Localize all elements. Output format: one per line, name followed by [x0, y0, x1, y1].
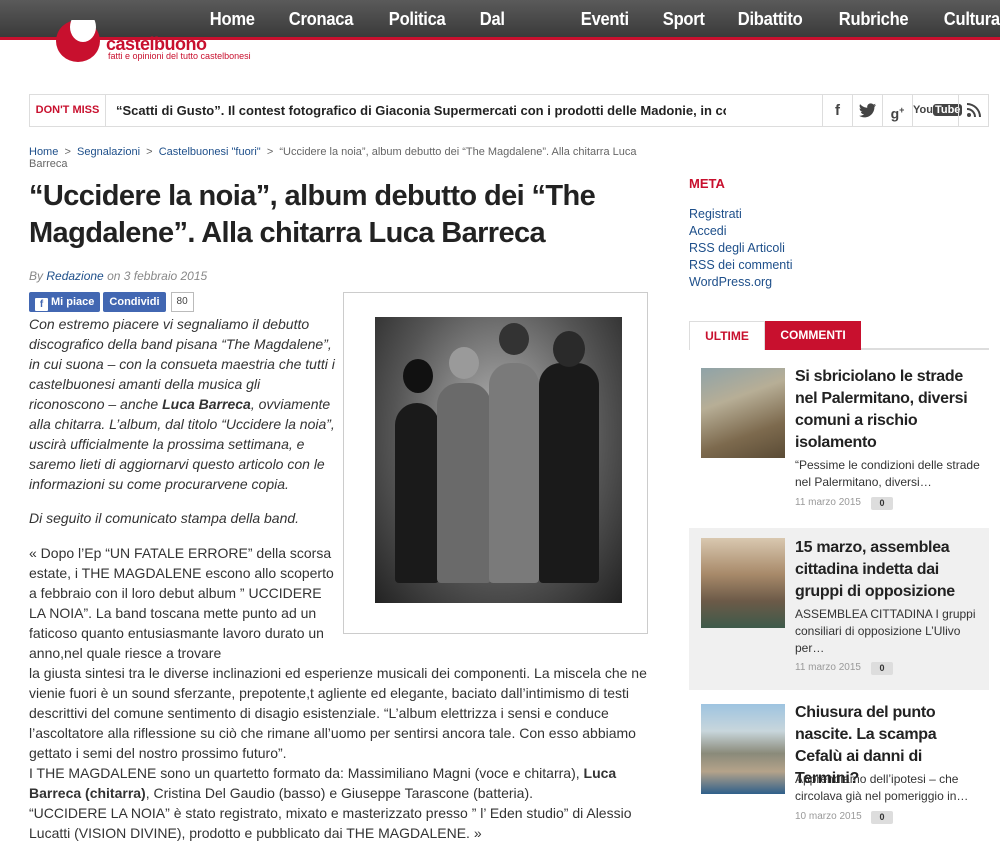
meta-link-accedi[interactable]: Accedi	[689, 223, 793, 240]
google-plus-icon[interactable]: g+	[882, 95, 912, 126]
band-photo	[375, 317, 622, 603]
comment-count-badge[interactable]: 0	[871, 497, 893, 510]
rss-icon[interactable]	[958, 95, 988, 126]
dont-miss-label: DON'T MISS	[30, 95, 106, 126]
nav-dal-comune[interactable]: Dal Comune	[466, 0, 558, 67]
logo-mark-icon	[56, 20, 100, 62]
share-count: 80	[170, 292, 194, 312]
comment-count-badge[interactable]: 0	[871, 662, 893, 675]
post-title[interactable]: 15 marzo, assemblea cittadina indetta da…	[795, 537, 981, 603]
band-member-head	[403, 359, 433, 393]
band-member-figure	[489, 363, 539, 583]
article-paragraph: I THE MAGDALENE sono un quartetto format…	[29, 765, 617, 801]
post-thumbnail[interactable]	[701, 368, 785, 458]
nav-politica[interactable]: Politica	[375, 0, 459, 40]
post-date: 11 marzo 2015	[795, 662, 861, 673]
byline-on: on	[107, 269, 121, 283]
post-excerpt: “Pessime le condizioni delle strade nel …	[795, 458, 980, 489]
band-member-head	[449, 347, 479, 379]
article-paragraph: Di seguito il comunicato stampa della ba…	[29, 510, 300, 526]
breadcrumb-separator: >	[266, 146, 274, 158]
meta-heading: META	[689, 176, 725, 191]
article-paragraph: “UCCIDERE LA NOIA” è stato registrato, m…	[29, 805, 632, 841]
article-byline: By Redazione on 3 febbraio 2015	[29, 269, 207, 283]
meta-link-wordpress[interactable]: WordPress.org	[689, 274, 793, 291]
tab-commenti[interactable]: COMMENTI	[765, 321, 861, 350]
breadcrumb: Home > Segnalazioni > Castelbuonesi "fuo…	[29, 146, 639, 170]
article-image[interactable]	[343, 292, 648, 634]
facebook-buttons: f Mi piace Condividi 80	[29, 292, 194, 312]
article-title: “Uccidere la noia”, album debutto dei “T…	[29, 180, 596, 249]
list-item[interactable]: 15 marzo, assemblea cittadina indetta da…	[689, 528, 989, 690]
list-item[interactable]: Si sbriciolano le strade nel Palermitano…	[689, 358, 989, 522]
nav-dibattito[interactable]: Dibattito	[724, 0, 816, 40]
comment-count-badge[interactable]: 0	[871, 811, 893, 824]
post-excerpt: Apprendiamo dell’ipotesi – che circolava…	[795, 772, 969, 803]
sidebar-tabs: ULTIME COMMENTI	[689, 321, 989, 350]
facebook-like-button[interactable]: f Mi piace	[29, 292, 101, 312]
post-date: 10 marzo 2015	[795, 811, 862, 822]
site-logo[interactable]: castelbuono fatti e opinioni del tutto c…	[56, 20, 286, 64]
facebook-share-button[interactable]: Condividi	[103, 292, 166, 312]
article-paragraph: « Dopo l’Ep “UN FATALE ERRORE” della sco…	[29, 545, 334, 661]
meta-link-rss-articoli[interactable]: RSS degli Articoli	[689, 240, 793, 257]
tab-ultime[interactable]: ULTIME	[689, 321, 765, 350]
meta-links: Registrati Accedi RSS degli Articoli RSS…	[689, 206, 793, 291]
article-paragraph: la giusta sintesi tra le diverse inclina…	[29, 665, 647, 761]
breadcrumb-segnalazioni[interactable]: Segnalazioni	[77, 146, 140, 158]
nav-eventi[interactable]: Eventi	[567, 0, 643, 40]
youtube-icon[interactable]: You Tube	[912, 95, 963, 126]
band-member-figure	[539, 363, 599, 583]
band-member-head	[553, 331, 585, 367]
byline-by: By	[29, 269, 44, 283]
article-paragraph: Con estremo piacere vi segnaliamo il deb…	[29, 316, 335, 492]
post-date: 11 marzo 2015	[795, 497, 861, 508]
facebook-icon[interactable]: f	[822, 95, 852, 126]
social-links: f g+ You Tube	[822, 95, 988, 126]
post-excerpt: ASSEMBLEA CITTADINA I gruppi consiliari …	[795, 607, 976, 655]
author-link[interactable]: Redazione	[46, 269, 103, 283]
band-member-figure	[437, 383, 491, 583]
list-item[interactable]: Chiusura del punto nascite. La scampa Ce…	[689, 694, 989, 842]
breadcrumb-home[interactable]: Home	[29, 146, 58, 158]
meta-link-rss-commenti[interactable]: RSS dei commenti	[689, 257, 793, 274]
twitter-icon[interactable]	[852, 95, 882, 126]
facebook-icon: f	[35, 298, 48, 311]
nav-sport[interactable]: Sport	[649, 0, 718, 40]
breadcrumb-separator: >	[146, 146, 153, 158]
breadcrumb-castelbuonesi-fuori[interactable]: Castelbuonesi "fuori"	[159, 146, 261, 158]
dont-miss-bar: DON'T MISS “Scatti di Gusto”. Il contest…	[29, 94, 989, 127]
nav-cronaca[interactable]: Cronaca	[275, 0, 367, 40]
band-member-head	[499, 323, 529, 355]
dont-miss-headline[interactable]: “Scatti di Gusto”. Il contest fotografic…	[116, 95, 726, 126]
breadcrumb-separator: >	[64, 146, 71, 158]
band-member-figure	[395, 403, 439, 583]
nav-rubriche[interactable]: Rubriche	[825, 0, 922, 40]
nav-cultura[interactable]: Cultura	[930, 0, 1000, 40]
article-date: 3 febbraio 2015	[123, 269, 208, 283]
post-thumbnail[interactable]	[701, 538, 785, 628]
post-title[interactable]: Si sbriciolano le strade nel Palermitano…	[795, 366, 981, 454]
logo-tagline: fatti e opinioni del tutto castelbonesi	[108, 51, 251, 61]
post-thumbnail[interactable]	[701, 704, 785, 794]
meta-link-registrati[interactable]: Registrati	[689, 206, 793, 223]
